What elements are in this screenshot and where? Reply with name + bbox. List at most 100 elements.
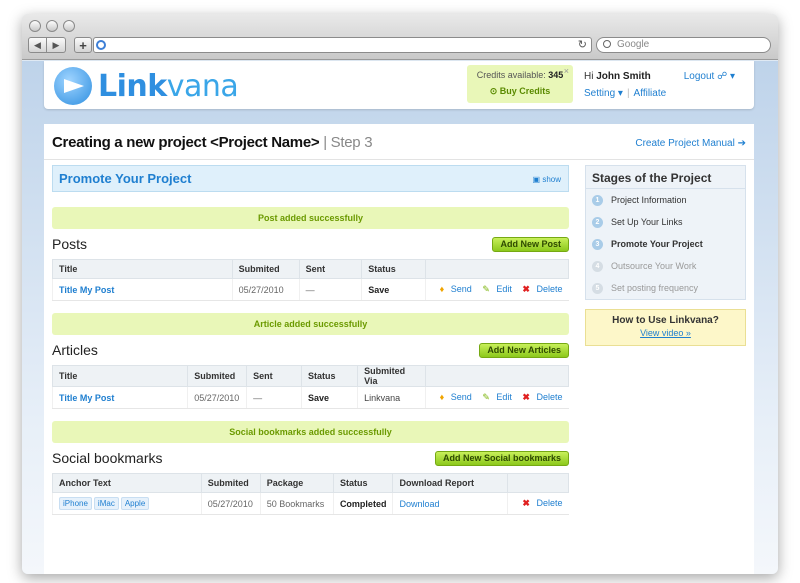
user-menu: Hi John Smith Logout ☍ ▾ Setting ▾ | Affil… <box>584 71 735 99</box>
send-link[interactable]: ♦ Send <box>436 392 472 402</box>
reload-icon[interactable]: ↻ <box>578 38 587 51</box>
bookmarks-title: Social bookmarks <box>52 450 163 466</box>
back-button[interactable]: ◀ <box>28 37 47 53</box>
column-header[interactable]: Package <box>259 473 334 493</box>
logout-link[interactable]: Logout ☍ ▾ <box>684 71 735 82</box>
sent-value: — <box>246 386 302 409</box>
stage-item: 5 Set posting frequency <box>586 277 745 299</box>
search-placeholder: Google <box>617 39 650 50</box>
delete-link[interactable]: ✖ Delete <box>518 498 562 508</box>
column-header[interactable]: Anchor Text <box>52 473 202 493</box>
close-icon[interactable]: × <box>564 66 569 76</box>
anchor-tags: iPhone iMac Apple <box>52 492 202 515</box>
logo[interactable]: Linkvana <box>54 67 239 105</box>
how-to-box: How to Use Linkvana? View video » <box>585 309 746 346</box>
promote-title: Promote Your Project <box>59 171 192 186</box>
column-header[interactable]: Submited Via <box>357 365 426 387</box>
column-header <box>424 365 570 387</box>
add-new-social-bookmarks-button[interactable]: Add New Social bookmarks <box>434 451 569 466</box>
column-header[interactable]: Submited <box>231 259 300 279</box>
zoom-window-button[interactable] <box>63 20 75 32</box>
minimize-window-button[interactable] <box>46 20 58 32</box>
column-header[interactable]: Title <box>52 259 233 279</box>
stage-item[interactable]: 1 Project Information <box>586 189 745 211</box>
post-title-link[interactable]: Title My Post <box>52 278 233 301</box>
search-icon <box>603 40 611 48</box>
step-number: 2 <box>592 216 603 228</box>
edit-link[interactable]: ✎ Edit <box>478 392 512 402</box>
how-to-title: How to Use Linkvana? <box>612 315 719 326</box>
articles-title: Articles <box>52 342 98 358</box>
delete-icon: ✖ <box>522 284 530 294</box>
view-video-link[interactable]: View video » <box>586 328 745 338</box>
create-project-manual-link[interactable]: Create Project Manual ➔ <box>635 138 746 149</box>
add-new-post-button[interactable]: Add New Post <box>492 237 569 252</box>
paper-plane-icon <box>54 67 92 105</box>
package-value: 50 Bookmarks <box>259 492 334 515</box>
anchor-tag[interactable]: Apple <box>120 497 150 510</box>
row-actions: ♦ Send ✎ Edit ✖ Delete <box>424 386 569 409</box>
column-header[interactable]: Download Report <box>392 473 509 493</box>
row-actions: ✖ Delete <box>507 492 569 515</box>
bookmarks-table: Anchor Text Submited Package Status Down… <box>52 473 569 515</box>
add-bookmark-button[interactable]: + <box>74 37 92 53</box>
step-number: 1 <box>592 194 603 206</box>
delete-icon: ✖ <box>522 392 530 402</box>
stage-item[interactable]: 2 Set Up Your Links <box>586 211 745 233</box>
delete-link[interactable]: ✖ Delete <box>518 284 562 294</box>
user-name: John Smith <box>596 71 651 82</box>
column-header <box>507 473 569 493</box>
column-header[interactable]: Title <box>51 365 189 387</box>
stage-item-current[interactable]: 3 Promote Your Project <box>586 233 745 255</box>
status-value: Completed <box>332 492 393 515</box>
column-header[interactable]: Sent <box>246 365 302 387</box>
credits-box: × Credits available: 345 ⊙ Buy Credits <box>467 65 573 103</box>
anchor-tag[interactable]: iPhone <box>59 497 92 510</box>
anchor-tag[interactable]: iMac <box>93 497 119 510</box>
address-bar[interactable]: ↻ <box>93 37 592 53</box>
step-number: 3 <box>592 238 603 250</box>
column-header <box>424 259 570 279</box>
column-header[interactable]: Submited <box>187 365 248 387</box>
posts-table: Title Submited Sent Status Title My Post… <box>52 259 570 301</box>
setting-link[interactable]: Setting ▾ <box>584 88 623 99</box>
buy-credits-link[interactable]: ⊙ Buy Credits <box>467 86 573 97</box>
stages-panel: Stages of the Project 1 Project Informati… <box>585 165 746 300</box>
send-icon: ♦ <box>439 284 445 294</box>
table-row: Title My Post 05/27/2010 — Save ♦ Send ✎… <box>52 278 569 301</box>
articles-header: Articles Add New Articles <box>52 340 569 362</box>
download-link[interactable]: Download <box>392 492 508 515</box>
close-window-button[interactable] <box>29 20 41 32</box>
credits-label: Credits available: <box>476 70 546 80</box>
pencil-icon: ✎ <box>482 392 490 402</box>
forward-button[interactable]: ▶ <box>47 37 66 53</box>
edit-link[interactable]: ✎ Edit <box>478 284 512 294</box>
add-new-articles-button[interactable]: Add New Articles <box>479 343 569 358</box>
submitted-date: 05/27/2010 <box>187 386 247 409</box>
promote-section-header: Promote Your Project ▣ show <box>52 165 569 192</box>
article-title-link[interactable]: Title My Post <box>51 386 188 409</box>
search-input[interactable]: Google <box>596 37 771 53</box>
site-header: Linkvana × Credits available: 345 ⊙ Buy … <box>44 61 754 109</box>
column-header[interactable]: Submited <box>200 473 261 493</box>
globe-icon <box>96 40 106 50</box>
affiliate-link[interactable]: Affiliate <box>634 88 667 99</box>
column-header[interactable]: Status <box>300 365 359 387</box>
show-toggle[interactable]: ▣ show <box>533 175 561 184</box>
greeting: Hi <box>584 71 594 82</box>
column-header[interactable]: Status <box>332 473 394 493</box>
status-value: Save <box>300 386 358 409</box>
send-link[interactable]: ♦ Send <box>436 284 472 294</box>
bookmarks-header: Social bookmarks Add New Social bookmark… <box>52 448 569 470</box>
posts-title: Posts <box>52 236 88 252</box>
delete-link[interactable]: ✖ Delete <box>518 392 562 402</box>
step-number: 4 <box>592 260 603 272</box>
stage-item: 4 Outsource Your Work <box>586 255 745 277</box>
submitted-via-value: Linkvana <box>357 386 426 409</box>
column-header[interactable]: Status <box>361 259 426 279</box>
column-header[interactable]: Sent <box>298 259 363 279</box>
row-actions: ♦ Send ✎ Edit ✖ Delete <box>424 278 569 301</box>
articles-table: Title Submited Sent Status Submited Via … <box>51 365 570 409</box>
pencil-icon: ✎ <box>482 284 490 294</box>
status-value: Save <box>361 278 426 301</box>
